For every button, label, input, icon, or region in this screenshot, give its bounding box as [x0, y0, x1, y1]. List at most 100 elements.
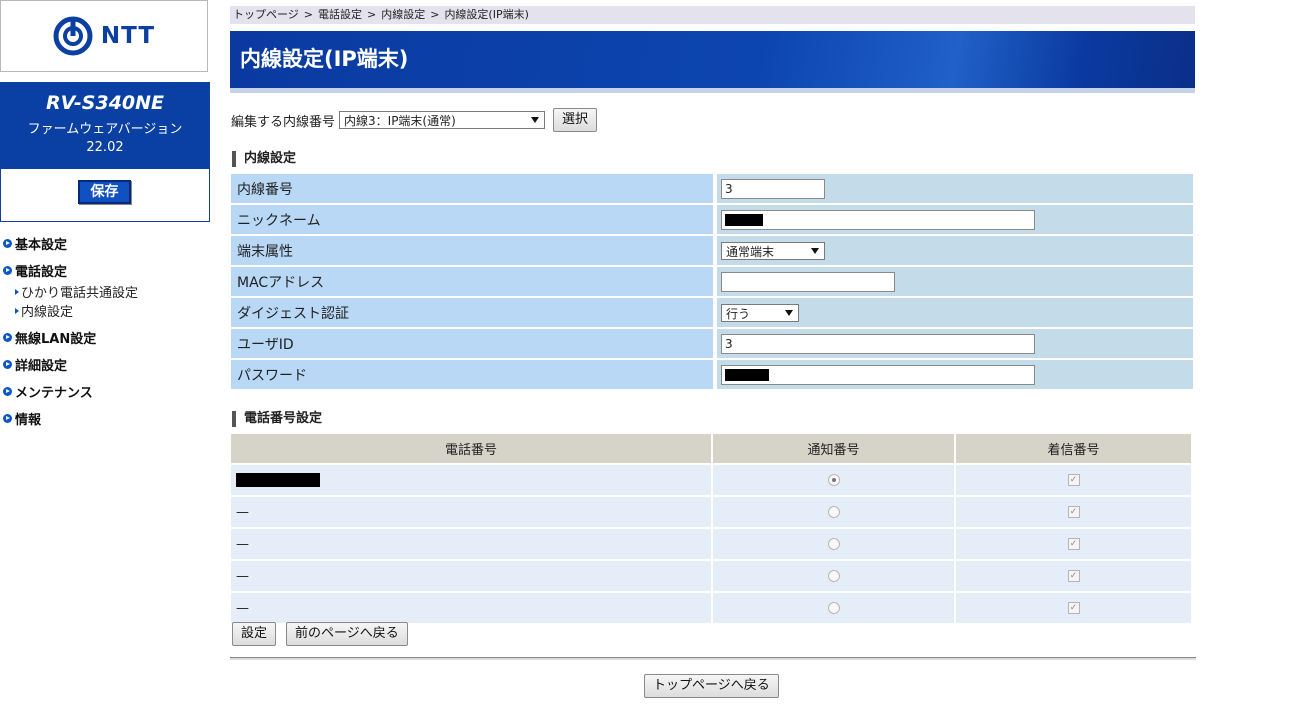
notify-radio[interactable] — [827, 506, 840, 518]
digest-auth-value: 行う — [726, 306, 751, 321]
extension-select-value: 内線3：IP端末(通常) — [344, 114, 456, 128]
terminal-type-select[interactable]: 通常端末 — [721, 241, 825, 260]
save-button[interactable]: 保存 — [78, 180, 131, 204]
password-input[interactable] — [721, 364, 1035, 385]
extension-select[interactable]: 内線3：IP端末(通常) — [339, 111, 546, 129]
column-header: 通知番号 — [713, 434, 956, 465]
incoming-checkbox[interactable]: ✓ — [1067, 570, 1080, 582]
set-button[interactable]: 設定 — [232, 622, 277, 646]
nav-item-label: 情報 — [15, 412, 42, 428]
field-label: 内線番号 — [231, 174, 717, 205]
table-row: — ✓ — [231, 593, 1193, 625]
top-page-button-wrap: トップページへ戻る — [644, 674, 779, 698]
notify-cell — [713, 465, 956, 497]
notify-cell — [713, 593, 956, 625]
incoming-cell: ✓ — [956, 529, 1193, 561]
nav-arrow-icon — [15, 288, 19, 295]
nav-item-label: メンテナンス — [15, 385, 93, 401]
page-banner: 内線設定(IP端末) — [230, 31, 1195, 93]
incoming-cell: ✓ — [956, 593, 1193, 625]
form-row-password: パスワード — [231, 360, 1193, 391]
divider — [230, 657, 1196, 660]
redacted-block — [725, 369, 769, 381]
notify-radio[interactable] — [827, 602, 840, 614]
nav-bullet-icon — [3, 359, 12, 369]
notify-radio[interactable] — [827, 570, 840, 582]
breadcrumb-item-phone[interactable]: 電話設定 — [318, 8, 362, 21]
nav-subitem-label: ひかり電話共通設定 — [21, 286, 139, 301]
nav-arrow-icon — [15, 307, 19, 314]
notify-radio[interactable] — [827, 538, 840, 550]
nav-bullet-icon — [3, 265, 12, 275]
user-id-input[interactable]: 3 — [721, 333, 1035, 354]
device-model: RV-S340NE — [45, 92, 165, 114]
nav-subitem-extension[interactable]: 内線設定 — [15, 301, 208, 320]
incoming-checkbox[interactable]: ✓ — [1067, 506, 1080, 518]
incoming-cell: ✓ — [956, 465, 1193, 497]
top-page-button[interactable]: トップページへ戻る — [644, 674, 779, 698]
redacted-block — [236, 473, 320, 487]
notify-cell — [713, 529, 956, 561]
nav-item-wlan[interactable]: 無線LAN設定 — [3, 328, 208, 347]
ext-number-input[interactable]: 3 — [721, 178, 825, 199]
field-label: ダイジェスト認証 — [231, 298, 717, 329]
notify-cell — [713, 497, 956, 529]
breadcrumb: トップページ > 電話設定 > 内線設定 > 内線設定(IP端末) — [230, 6, 1195, 24]
chevron-down-icon — [531, 117, 540, 123]
firmware-version: 22.02 — [86, 140, 124, 155]
redacted-block — [725, 214, 763, 226]
phone-section-title: 電話番号設定 — [232, 411, 322, 427]
back-button[interactable]: 前のページへ戻る — [286, 622, 408, 646]
notify-radio[interactable] — [827, 474, 840, 486]
extension-select-row: 編集する内線番号 内線3：IP端末(通常) 選択 — [231, 108, 598, 132]
nav-item-maintenance[interactable]: メンテナンス — [3, 382, 208, 401]
incoming-checkbox[interactable]: ✓ — [1067, 474, 1080, 486]
field-value-cell: 3 — [717, 329, 1193, 360]
nav-item-label: 詳細設定 — [15, 358, 68, 374]
field-label: パスワード — [231, 360, 717, 391]
phone-number-cell: — — [231, 529, 713, 561]
table-row: — ✓ — [231, 561, 1193, 593]
nav-item-label: 無線LAN設定 — [15, 331, 97, 347]
field-label: ニックネーム — [231, 205, 717, 236]
form-row-mac: MACアドレス — [231, 267, 1193, 298]
field-value-cell — [717, 205, 1193, 236]
breadcrumb-item-extension[interactable]: 内線設定 — [381, 8, 425, 21]
chevron-down-icon — [785, 309, 793, 316]
form-row-user-id: ユーザID 3 — [231, 329, 1193, 360]
breadcrumb-separator: > — [367, 8, 377, 21]
phone-number-cell: — — [231, 497, 713, 529]
nav-item-info[interactable]: 情報 — [3, 409, 208, 428]
nav-item-label: 基本設定 — [15, 237, 68, 253]
phone-number-cell: — — [231, 561, 713, 593]
select-button[interactable]: 選択 — [553, 108, 598, 132]
form-row-ext-number: 内線番号 3 — [231, 174, 1193, 205]
digest-auth-select[interactable]: 行う — [721, 303, 799, 322]
table-header-row: 電話番号 通知番号 着信番号 — [231, 434, 1193, 465]
ntt-logo-mark-icon — [53, 16, 93, 56]
column-header: 電話番号 — [231, 434, 713, 465]
breadcrumb-separator: > — [430, 8, 440, 21]
breadcrumb-item-top[interactable]: トップページ — [233, 8, 299, 21]
phone-number-cell — [231, 465, 713, 497]
nickname-input[interactable] — [721, 209, 1035, 230]
nav-subitem-hikari[interactable]: ひかり電話共通設定 — [15, 282, 208, 301]
chevron-down-icon — [811, 247, 819, 254]
mac-address-input[interactable] — [721, 271, 895, 292]
form-row-terminal-type: 端末属性 通常端末 — [231, 236, 1193, 267]
breadcrumb-item-current: 内線設定(IP端末) — [444, 8, 529, 21]
field-label: ユーザID — [231, 329, 717, 360]
extension-select-label: 編集する内線番号 — [231, 114, 336, 130]
incoming-checkbox[interactable]: ✓ — [1067, 538, 1080, 550]
nav-item-phone[interactable]: 電話設定 — [3, 261, 208, 280]
notify-cell — [713, 561, 956, 593]
incoming-checkbox[interactable]: ✓ — [1067, 602, 1080, 614]
incoming-cell: ✓ — [956, 561, 1193, 593]
field-value-cell: 通常端末 — [717, 236, 1193, 267]
logo-text: NTT — [100, 23, 156, 49]
nav-item-advanced[interactable]: 詳細設定 — [3, 355, 208, 374]
nav-item-basic[interactable]: 基本設定 — [3, 234, 208, 253]
breadcrumb-separator: > — [303, 8, 313, 21]
phone-number-cell: — — [231, 593, 713, 625]
table-row: — ✓ — [231, 497, 1193, 529]
